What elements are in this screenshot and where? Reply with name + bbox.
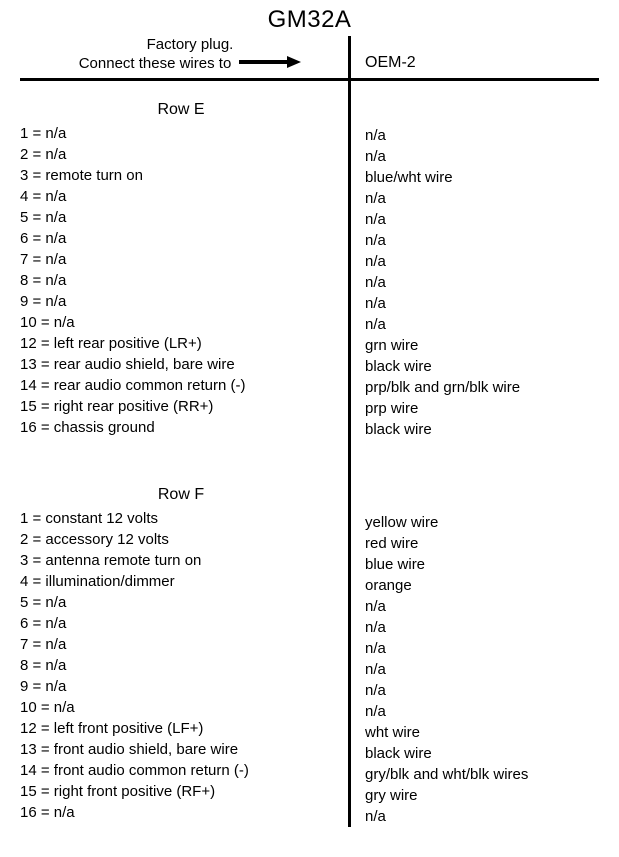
pin-row-right: yellow wire (365, 512, 599, 533)
pin-row-right: prp/blk and grn/blk wire (365, 377, 599, 398)
pin-row-left: 8 = n/a (20, 270, 342, 291)
oem-column: n/an/ablue/wht wiren/an/an/an/an/an/an/a… (348, 81, 599, 827)
pin-row-left: 3 = antenna remote turn on (20, 550, 342, 571)
pin-row-right: n/a (365, 125, 599, 146)
pin-row-right: n/a (365, 293, 599, 314)
pin-row-right: n/a (365, 659, 599, 680)
pin-row-left: 2 = n/a (20, 144, 342, 165)
pin-row-right: red wire (365, 533, 599, 554)
header-line-2-wrap: Connect these wires to (40, 55, 340, 74)
pin-row-right: gry wire (365, 785, 599, 806)
oem-column-label: OEM-2 (365, 54, 416, 72)
pin-row-right: n/a (365, 146, 599, 167)
pin-row-left: 12 = left rear positive (LR+) (20, 333, 342, 354)
pin-row-left: 4 = illumination/dimmer (20, 571, 342, 592)
factory-plug-column: Row E1 = n/a2 = n/a3 = remote turn on4 =… (20, 81, 348, 827)
pin-row-right: n/a (365, 638, 599, 659)
wiring-diagram-page: GM32A Factory plug. Connect these wires … (0, 0, 619, 857)
pin-row-left: 16 = chassis ground (20, 417, 342, 438)
pin-row-left: 5 = n/a (20, 207, 342, 228)
pin-row-left: 1 = n/a (20, 123, 342, 144)
pin-row-left: 8 = n/a (20, 655, 342, 676)
pin-row-right: grn wire (365, 335, 599, 356)
pin-row-left: 6 = n/a (20, 228, 342, 249)
pin-row-left: 5 = n/a (20, 592, 342, 613)
pin-row-right: n/a (365, 209, 599, 230)
pin-row-left: 3 = remote turn on (20, 165, 342, 186)
pin-row-right: n/a (365, 596, 599, 617)
pin-row-left: 9 = n/a (20, 676, 342, 697)
section-spacer (365, 468, 599, 512)
pin-row-right: n/a (365, 617, 599, 638)
pin-row-left: 15 = right front positive (RF+) (20, 781, 342, 802)
pin-row-left: 14 = front audio common return (-) (20, 760, 342, 781)
header-row: Factory plug. Connect these wires to OEM… (20, 36, 599, 81)
pin-row-right: black wire (365, 743, 599, 764)
header-line-1: Factory plug. (40, 36, 340, 55)
pin-row-left: 14 = rear audio common return (-) (20, 375, 342, 396)
pin-row-left: 6 = n/a (20, 613, 342, 634)
pin-row-right: n/a (365, 251, 599, 272)
pin-row-right: black wire (365, 419, 599, 440)
pin-row-right: black wire (365, 356, 599, 377)
pin-row-right: orange (365, 575, 599, 596)
pin-row-right: blue wire (365, 554, 599, 575)
pin-row-right: n/a (365, 701, 599, 722)
section-header: Row F (20, 466, 342, 508)
header-left: Factory plug. Connect these wires to (20, 36, 348, 78)
pin-row-left: 2 = accessory 12 volts (20, 529, 342, 550)
pin-row-left: 4 = n/a (20, 186, 342, 207)
pin-row-right: n/a (365, 188, 599, 209)
pin-row-left: 9 = n/a (20, 291, 342, 312)
header-right: OEM-2 (348, 36, 599, 78)
pin-row-left: 12 = left front positive (LF+) (20, 718, 342, 739)
pin-row-right: prp wire (365, 398, 599, 419)
pin-row-right: n/a (365, 314, 599, 335)
pin-row-right: wht wire (365, 722, 599, 743)
pin-row-right: n/a (365, 230, 599, 251)
pin-row-left: 15 = right rear positive (RR+) (20, 396, 342, 417)
pin-row-right: n/a (365, 806, 599, 827)
section-header: Row E (20, 81, 342, 123)
pin-row-right: n/a (365, 272, 599, 293)
section-spacer (365, 81, 599, 125)
page-title: GM32A (20, 6, 599, 34)
body-row: Row E1 = n/a2 = n/a3 = remote turn on4 =… (20, 81, 599, 827)
pin-row-left: 7 = n/a (20, 634, 342, 655)
pin-row-left: 10 = n/a (20, 697, 342, 718)
pin-row-left: 13 = rear audio shield, bare wire (20, 354, 342, 375)
arrow-right-icon (239, 55, 301, 74)
header-line-2: Connect these wires to (79, 55, 232, 74)
pin-row-left: 13 = front audio shield, bare wire (20, 739, 342, 760)
pin-row-right: blue/wht wire (365, 167, 599, 188)
pin-row-right: gry/blk and wht/blk wires (365, 764, 599, 785)
pin-row-left: 1 = constant 12 volts (20, 508, 342, 529)
pin-row-right: n/a (365, 680, 599, 701)
pin-row-left: 10 = n/a (20, 312, 342, 333)
pin-row-left: 16 = n/a (20, 802, 342, 823)
pin-row-left: 7 = n/a (20, 249, 342, 270)
